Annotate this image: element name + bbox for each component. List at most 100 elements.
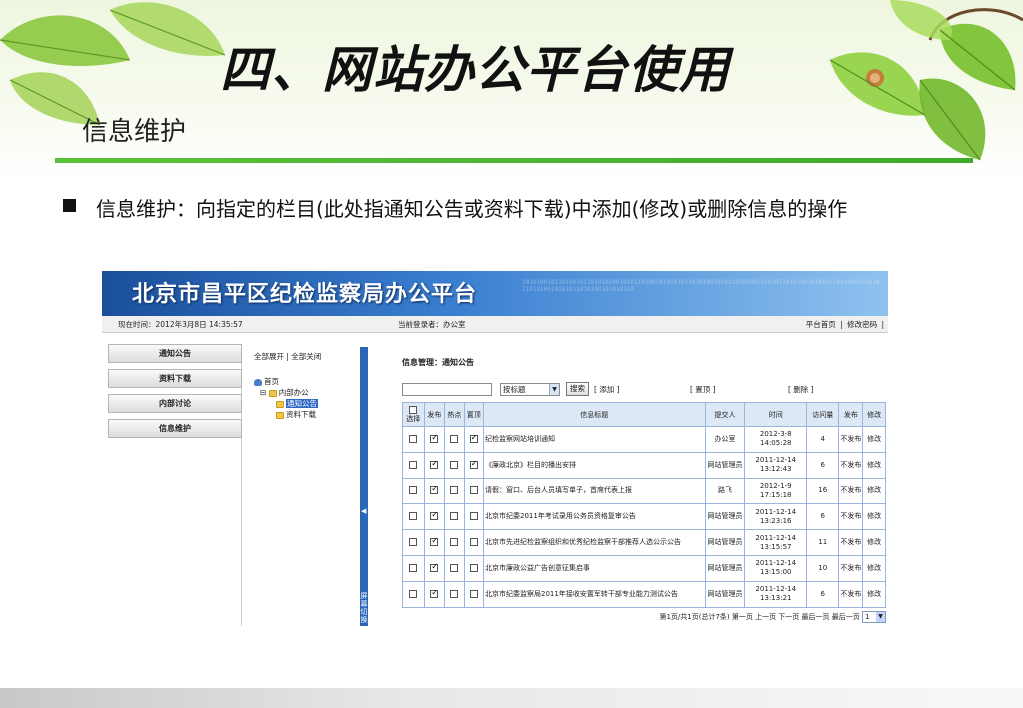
col-select: 选择 — [402, 402, 425, 427]
row-views: 6 — [806, 580, 840, 608]
left-menu: 通知公告 资料下载 内部讨论 信息维护 — [108, 344, 242, 626]
tree-pane: 全部展开 | 全部关闭 首页 ⊟ 内部办公 通知公告 资料下载 — [254, 351, 358, 626]
row-top-checkbox[interactable] — [469, 512, 478, 521]
row-status[interactable]: 不发布 — [838, 554, 864, 582]
search-input[interactable] — [402, 383, 492, 396]
menu-item-maintenance[interactable]: 信息维护 — [108, 419, 242, 438]
row-publish-checkbox[interactable] — [430, 459, 439, 469]
add-link[interactable]: [ 添加 ] — [594, 384, 620, 395]
menu-item-discussion[interactable]: 内部讨论 — [108, 394, 242, 413]
page-select[interactable]: 1 ▼ — [862, 610, 886, 623]
tree-node-home[interactable]: 首页 — [254, 376, 358, 387]
slide-title: 四、网站办公平台使用 — [220, 41, 730, 99]
row-publish-checkbox[interactable] — [430, 433, 439, 443]
table-row: 北京市纪委2011年考试录用公务员资格复审公告网站管理员2011-12-14 1… — [402, 503, 886, 531]
row-publish-checkbox[interactable] — [430, 484, 439, 495]
row-top-checkbox[interactable] — [469, 459, 478, 469]
col-status: 发布 — [838, 402, 864, 427]
row-title[interactable]: 北京市纪委2011年考试录用公务员资格复审公告 — [483, 503, 706, 531]
table-row: 请假：窗口、后台人员填写单子，首席代表上报路飞2012-1-9 17:15:18… — [402, 477, 886, 505]
row-time: 2011-12-14 13:12:43 — [744, 451, 808, 479]
app-title: 北京市昌平区纪检监察局办公平台 — [132, 282, 478, 307]
row-status[interactable]: 不发布 — [838, 580, 864, 608]
top-link[interactable]: [ 置顶 ] — [690, 384, 716, 395]
row-status[interactable]: 不发布 — [838, 451, 864, 479]
row-hot-checkbox[interactable] — [450, 512, 459, 521]
splitter-label: 屏幕切换 — [360, 592, 368, 624]
row-publish-checkbox[interactable] — [430, 562, 439, 572]
row-time: 2011-12-14 13:15:00 — [744, 554, 808, 582]
bullet-text: 信息维护：向指定的栏目(此处指通知公告或资料下载)中添加(修改)或删除信息的操作 — [96, 197, 848, 221]
row-top-checkbox[interactable] — [469, 563, 478, 572]
search-field-select[interactable]: 按标题 ▼ — [500, 383, 560, 396]
row-edit-link[interactable]: 修改 — [862, 580, 886, 608]
row-time: 2012-1-9 17:15:18 — [744, 477, 808, 505]
table-row: 北京市先进纪检监察组织和优秀纪检监察干部推荐人选公示公告网站管理员2011-12… — [402, 529, 886, 556]
col-submitter: 提交人 — [704, 402, 746, 427]
row-submitter: 网站管理员 — [704, 554, 746, 582]
collapse-icon[interactable]: ⊟ — [260, 388, 266, 397]
row-views: 11 — [806, 529, 840, 556]
row-top-checkbox[interactable] — [469, 589, 478, 598]
row-title[interactable]: 北京市廉政公益广告创意征集启事 — [483, 554, 706, 582]
row-publish-checkbox[interactable] — [430, 536, 439, 547]
row-top-checkbox[interactable] — [469, 486, 478, 495]
row-hot-checkbox[interactable] — [450, 538, 459, 547]
row-publish-checkbox[interactable] — [430, 588, 439, 598]
row-publish-checkbox[interactable] — [430, 510, 439, 521]
pane-splitter[interactable]: ◀ 屏幕切换 — [360, 347, 368, 626]
menu-item-downloads[interactable]: 资料下载 — [108, 369, 242, 388]
search-button[interactable]: 搜索 — [566, 382, 589, 396]
change-password-link[interactable]: 修改密码 — [847, 320, 877, 329]
row-edit-link[interactable]: 修改 — [862, 503, 886, 531]
table-row: 北京市廉政公益广告创意征集启事网站管理员2011-12-14 13:15:001… — [402, 554, 886, 582]
table-header-row: 选择 发布 热点 置顶 信息标题 提交人 时间 访问量 发布 修改 — [402, 402, 886, 427]
row-select-checkbox[interactable] — [409, 460, 418, 469]
infobar-links: 平台首页 | 修改密码 | — [804, 316, 884, 333]
row-status[interactable]: 不发布 — [838, 503, 864, 531]
row-select-checkbox[interactable] — [409, 434, 418, 443]
row-status[interactable]: 不发布 — [838, 477, 864, 505]
row-edit-link[interactable]: 修改 — [862, 529, 886, 556]
chevron-down-icon: ▼ — [876, 611, 885, 622]
row-top-checkbox[interactable] — [469, 433, 478, 443]
tree-node-downloads[interactable]: 资料下载 — [254, 409, 358, 420]
menu-item-notices[interactable]: 通知公告 — [108, 344, 242, 363]
row-title[interactable]: 北京市先进纪检监察组织和优秀纪检监察干部推荐人选公示公告 — [483, 529, 706, 556]
row-time: 2011-12-14 13:23:16 — [744, 503, 808, 531]
col-top: 置顶 — [463, 402, 485, 427]
row-title[interactable]: 请假：窗口、后台人员填写单子，首席代表上报 — [483, 477, 706, 505]
row-status[interactable]: 不发布 — [838, 426, 864, 453]
row-top-checkbox[interactable] — [469, 538, 478, 547]
tree-expand-collapse[interactable]: 全部展开 | 全部关闭 — [254, 351, 358, 362]
info-table: 选择 发布 热点 置顶 信息标题 提交人 时间 访问量 发布 修改 纪检监察网站… — [402, 402, 886, 608]
select-all-checkbox[interactable] — [409, 405, 418, 414]
row-submitter: 网站管理员 — [704, 580, 746, 608]
link-separator: | — [840, 320, 843, 329]
row-edit-link[interactable]: 修改 — [862, 554, 886, 582]
delete-link[interactable]: [ 删除 ] — [788, 384, 814, 395]
collapse-arrow-icon[interactable]: ◀ — [361, 507, 366, 515]
row-select-checkbox[interactable] — [409, 512, 418, 521]
row-select-checkbox[interactable] — [409, 589, 418, 598]
row-hot-checkbox[interactable] — [450, 563, 459, 572]
row-hot-checkbox[interactable] — [450, 486, 459, 495]
row-title[interactable]: 北京市纪委监察局2011年接收安置军转干部专业能力测试公告 — [483, 580, 706, 608]
home-link[interactable]: 平台首页 — [806, 320, 836, 329]
pager-text[interactable]: 第1页/共1页(总计7条) 第一页 上一页 下一页 最后一页 最后一页 — [659, 613, 859, 621]
row-edit-link[interactable]: 修改 — [862, 477, 886, 505]
row-select-checkbox[interactable] — [409, 563, 418, 572]
tree-node-internal[interactable]: ⊟ 内部办公 — [254, 387, 358, 398]
row-select-checkbox[interactable] — [409, 538, 418, 547]
row-views: 6 — [806, 451, 840, 479]
row-hot-checkbox[interactable] — [450, 460, 459, 469]
row-title[interactable]: 《廉政北京》栏目的播出安排 — [483, 451, 706, 479]
row-select-checkbox[interactable] — [409, 486, 418, 495]
row-hot-checkbox[interactable] — [450, 589, 459, 598]
row-edit-link[interactable]: 修改 — [862, 426, 886, 453]
row-status[interactable]: 不发布 — [838, 529, 864, 556]
row-hot-checkbox[interactable] — [450, 434, 459, 443]
row-edit-link[interactable]: 修改 — [862, 451, 886, 479]
row-title[interactable]: 纪检监察网站培训通知 — [483, 426, 706, 453]
tree-node-notices[interactable]: 通知公告 — [254, 398, 358, 409]
